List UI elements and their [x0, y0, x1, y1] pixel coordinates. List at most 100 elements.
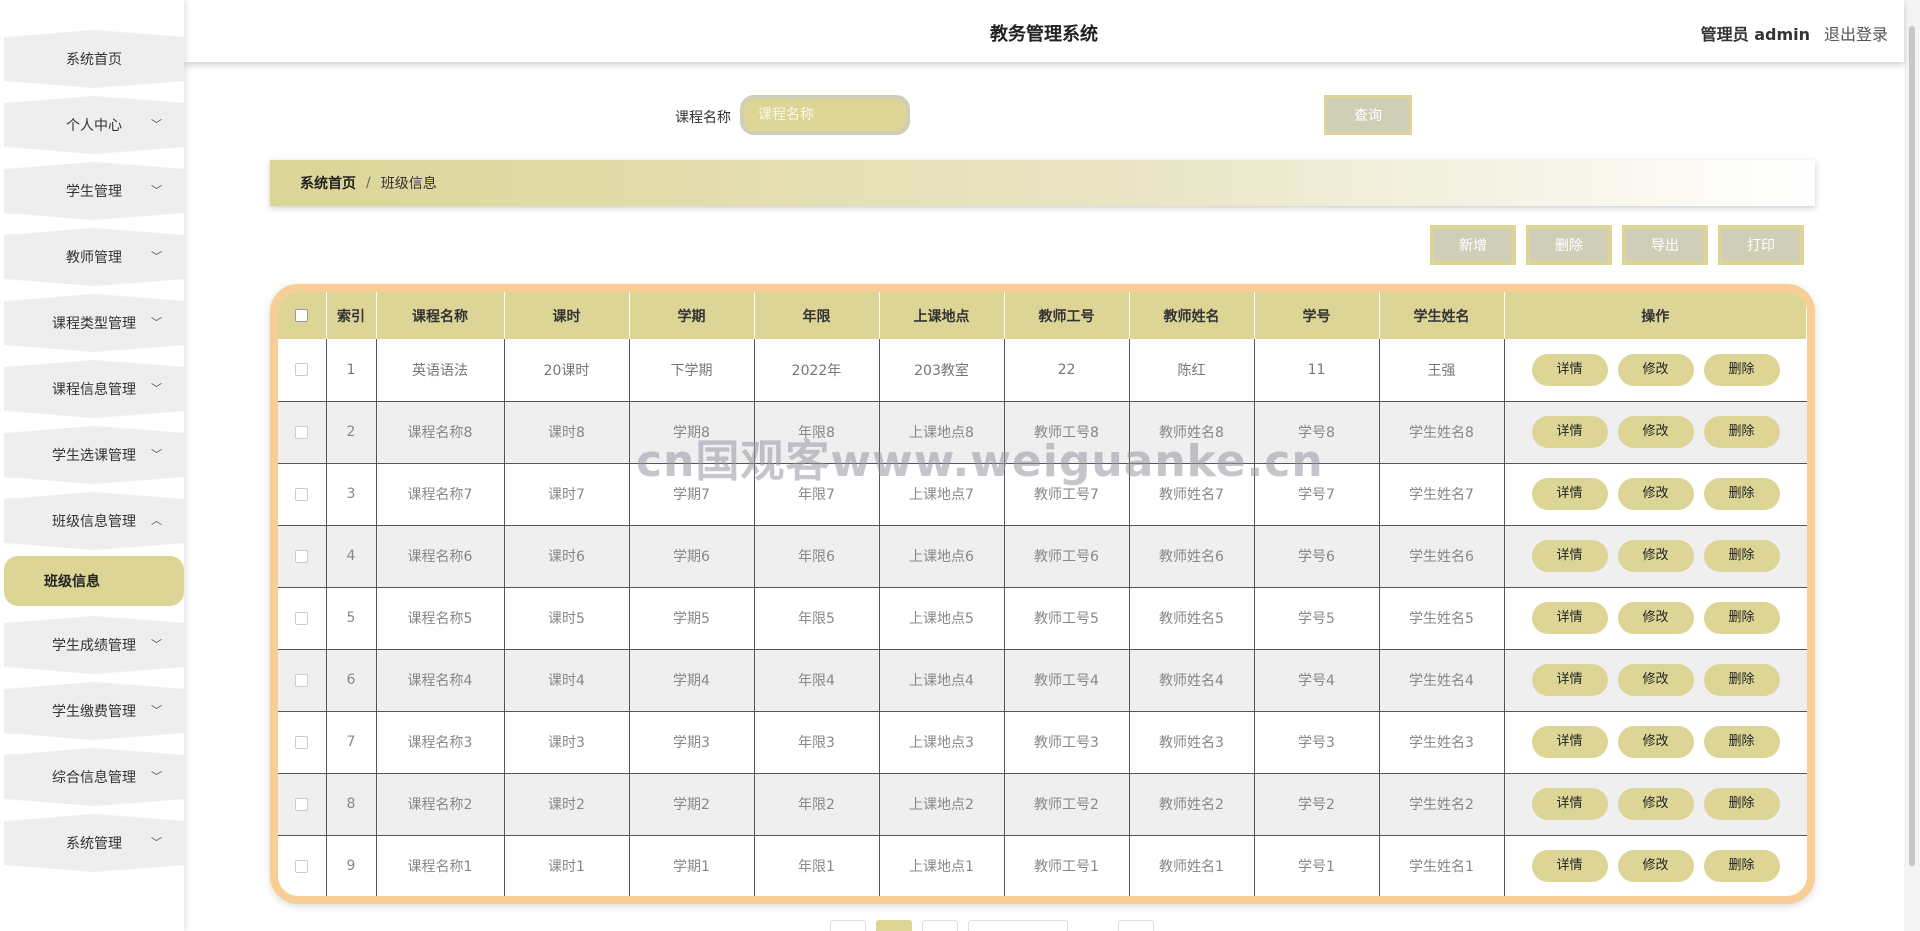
row-actions-cell: 详情 修改 删除 — [1504, 587, 1807, 650]
sidebar-item-5[interactable]: 课程信息管理 ﹀ — [4, 360, 184, 418]
column-header: 学生姓名 — [1379, 292, 1505, 339]
logout-link[interactable]: 退出登录 — [1824, 21, 1888, 45]
prev-page-button[interactable] — [830, 920, 866, 931]
table-cell: 教师工号7 — [1004, 463, 1130, 526]
sidebar-item-7[interactable]: 班级信息管理 ︿ — [4, 492, 184, 550]
row-actions-cell: 详情 修改 删除 — [1504, 525, 1807, 588]
select-all-checkbox[interactable] — [295, 309, 309, 322]
table-cell: 王强 — [1379, 339, 1505, 402]
row-checkbox[interactable] — [295, 673, 309, 687]
delete-button[interactable]: 删除 — [1703, 540, 1780, 572]
row-checkbox[interactable] — [295, 363, 309, 377]
sidebar-item-1[interactable]: 个人中心 ﹀ — [4, 96, 184, 154]
table-cell: 学号6 — [1254, 525, 1380, 588]
sidebar-item-8[interactable]: 学生成绩管理 ﹀ — [4, 616, 184, 674]
detail-button[interactable]: 详情 — [1531, 664, 1608, 696]
delete-button[interactable]: 删除 — [1703, 416, 1780, 448]
row-checkbox[interactable] — [295, 425, 309, 439]
column-header: 课时 — [504, 292, 630, 339]
sidebar-item-0[interactable]: 系统首页 — [4, 30, 184, 88]
page-size-select[interactable] — [968, 920, 1068, 931]
row-checkbox[interactable] — [295, 735, 309, 749]
table-cell: 教师姓名1 — [1129, 835, 1255, 896]
detail-button[interactable]: 详情 — [1531, 726, 1608, 758]
edit-button[interactable]: 修改 — [1617, 478, 1694, 510]
sidebar-item-11[interactable]: 系统管理 ﹀ — [4, 814, 184, 872]
page-1-button[interactable] — [876, 920, 912, 931]
batch-delete-button[interactable]: 删除 — [1526, 225, 1612, 265]
detail-button[interactable]: 详情 — [1531, 416, 1608, 448]
column-header: 教师姓名 — [1129, 292, 1255, 339]
detail-button[interactable]: 详情 — [1531, 602, 1608, 634]
table-cell: 学号5 — [1254, 587, 1380, 650]
sidebar-item-3[interactable]: 教师管理 ﹀ — [4, 228, 184, 286]
sidebar-item-6[interactable]: 学生选课管理 ﹀ — [4, 426, 184, 484]
table-cell: 课程名称7 — [376, 463, 505, 526]
top-header: 教务管理系统 管理员 admin 退出登录 — [184, 0, 1904, 62]
delete-button[interactable]: 删除 — [1703, 602, 1780, 634]
row-checkbox[interactable] — [295, 611, 309, 625]
edit-button[interactable]: 修改 — [1617, 726, 1694, 758]
table-cell: 8 — [326, 773, 377, 836]
detail-button[interactable]: 详情 — [1531, 540, 1608, 572]
table-cell: 课时2 — [504, 773, 630, 836]
sidebar-item-2[interactable]: 学生管理 ﹀ — [4, 162, 184, 220]
sidebar-subitem-7-0[interactable]: 班级信息 — [4, 556, 184, 606]
row-checkbox[interactable] — [295, 797, 309, 811]
row-checkbox[interactable] — [295, 549, 309, 563]
row-checkbox[interactable] — [295, 487, 309, 501]
edit-button[interactable]: 修改 — [1617, 416, 1694, 448]
row-actions-cell: 详情 修改 删除 — [1504, 773, 1807, 836]
course-name-search-input[interactable] — [740, 95, 910, 135]
goto-page-input[interactable] — [1118, 920, 1154, 931]
edit-button[interactable]: 修改 — [1617, 602, 1694, 634]
sidebar-item-label: 班级信息管理 — [52, 514, 136, 530]
edit-button[interactable]: 修改 — [1617, 664, 1694, 696]
row-actions-cell: 详情 修改 删除 — [1504, 649, 1807, 712]
edit-button[interactable]: 修改 — [1617, 850, 1694, 882]
sidebar-item-9[interactable]: 学生缴费管理 ﹀ — [4, 682, 184, 740]
sidebar-item-label: 个人中心 — [66, 118, 122, 134]
table-cell: 上课地点4 — [879, 649, 1005, 712]
chevron-down-icon: ﹀ — [151, 448, 162, 462]
edit-button[interactable]: 修改 — [1617, 788, 1694, 820]
search-label: 课程名称 — [675, 110, 731, 126]
chevron-down-icon: ﹀ — [151, 184, 162, 198]
export-button[interactable]: 导出 — [1622, 225, 1708, 265]
table-cell: 4 — [326, 525, 377, 588]
detail-button[interactable]: 详情 — [1531, 478, 1608, 510]
table-cell: 教师姓名2 — [1129, 773, 1255, 836]
row-select-cell — [278, 587, 327, 650]
edit-button[interactable]: 修改 — [1617, 353, 1694, 386]
detail-button[interactable]: 详情 — [1531, 353, 1608, 386]
table-row: 6 课程名称4 课时4 学期4 年限4 上课地点4 教师工号4 教师姓名4 学号4 学生姓名4 详情… — [278, 649, 1807, 712]
delete-button[interactable]: 删除 — [1703, 788, 1780, 820]
table-cell: 年限3 — [754, 711, 880, 774]
page-scrollbar[interactable] — [1904, 0, 1920, 931]
edit-button[interactable]: 修改 — [1617, 540, 1694, 572]
delete-button[interactable]: 删除 — [1703, 353, 1780, 386]
scrollbar-thumb[interactable] — [1909, 26, 1915, 866]
delete-button[interactable]: 删除 — [1703, 664, 1780, 696]
table-cell: 9 — [326, 835, 377, 896]
table-cell: 2022年 — [754, 339, 880, 402]
print-button[interactable]: 打印 — [1718, 225, 1804, 265]
delete-button[interactable]: 删除 — [1703, 478, 1780, 510]
table-cell: 下学期 — [629, 339, 755, 402]
table-cell: 教师姓名3 — [1129, 711, 1255, 774]
add-button[interactable]: 新增 — [1430, 225, 1516, 265]
row-checkbox[interactable] — [295, 859, 309, 873]
next-page-button[interactable] — [922, 920, 958, 931]
breadcrumb-home[interactable]: 系统首页 — [300, 173, 356, 193]
row-actions-cell: 详情 修改 删除 — [1504, 711, 1807, 774]
detail-button[interactable]: 详情 — [1531, 788, 1608, 820]
query-button[interactable]: 查询 — [1324, 95, 1412, 135]
sidebar-item-4[interactable]: 课程类型管理 ﹀ — [4, 294, 184, 352]
delete-button[interactable]: 删除 — [1703, 850, 1780, 882]
table-cell: 教师工号1 — [1004, 835, 1130, 896]
chevron-down-icon: ﹀ — [151, 704, 162, 718]
detail-button[interactable]: 详情 — [1531, 850, 1608, 882]
delete-button[interactable]: 删除 — [1703, 726, 1780, 758]
table-cell: 2 — [326, 401, 377, 464]
sidebar-item-10[interactable]: 综合信息管理 ﹀ — [4, 748, 184, 806]
